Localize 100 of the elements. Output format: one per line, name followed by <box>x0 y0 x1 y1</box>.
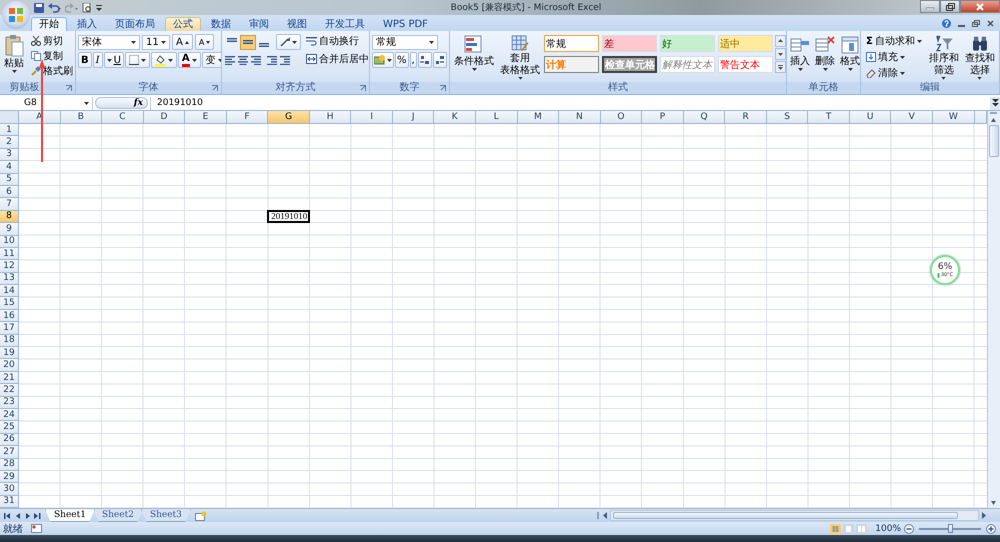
column-header[interactable]: F <box>226 111 268 124</box>
conditional-format-button[interactable]: 条件格式 <box>452 33 496 82</box>
column-header[interactable]: B <box>60 111 102 124</box>
cell-style-tile[interactable]: 好 <box>660 35 715 52</box>
font-size-field[interactable]: 11 <box>142 34 170 50</box>
column-header[interactable]: D <box>144 111 186 124</box>
table-format-button[interactable]: 套用 表格格式 <box>498 33 542 82</box>
cells-button[interactable]: 格式 <box>838 33 860 82</box>
ribbon-tab[interactable]: WPS PDF <box>375 17 436 31</box>
row-header[interactable]: 3 <box>0 148 19 162</box>
cell-style-tile[interactable]: 差 <box>602 35 657 52</box>
row-header[interactable]: 12 <box>0 260 19 273</box>
phonetic-button[interactable]: 变 <box>202 52 221 68</box>
clipboard-button[interactable]: 格式刷 <box>28 63 75 78</box>
comma-button[interactable]: , <box>410 52 417 68</box>
row-header[interactable]: 21 <box>0 372 19 384</box>
cells-button[interactable]: 插入 <box>788 33 812 82</box>
column-header[interactable]: H <box>310 111 352 124</box>
column-header[interactable]: M <box>518 111 560 124</box>
row-header[interactable]: 19 <box>0 347 19 360</box>
row-header[interactable]: 23 <box>0 396 19 409</box>
percent-button[interactable]: % <box>395 52 409 68</box>
row-header[interactable]: 17 <box>0 322 19 335</box>
row-header[interactable]: 18 <box>0 334 19 348</box>
bold-button[interactable]: B <box>78 52 92 68</box>
column-header[interactable]: E <box>185 111 227 124</box>
row-header[interactable]: 16 <box>0 310 19 322</box>
column-header[interactable]: C <box>102 111 144 124</box>
cell-style-tile[interactable]: 常规 <box>544 35 599 52</box>
column-header[interactable]: J <box>392 111 434 124</box>
cell-style-tile[interactable]: 警告文本 <box>718 56 773 73</box>
row-header[interactable]: 24 <box>0 408 19 422</box>
cells-button[interactable]: 删除 <box>813 33 837 82</box>
column-header[interactable]: O <box>600 111 642 124</box>
italic-button[interactable]: I <box>92 52 103 68</box>
column-header[interactable]: S <box>766 111 808 124</box>
column-header[interactable]: P <box>642 111 684 124</box>
column-header[interactable]: I <box>351 111 393 124</box>
sort-filter-button[interactable]: 排序和 筛选 <box>926 33 961 82</box>
row-header[interactable]: 26 <box>0 434 19 446</box>
column-header[interactable]: W <box>933 111 975 124</box>
row-header[interactable]: 6 <box>0 186 19 198</box>
ribbon-tab[interactable]: 开始 <box>31 17 67 31</box>
name-box[interactable]: G8 <box>0 96 93 110</box>
cell-style-tile[interactable]: 解释性文本 <box>660 56 715 73</box>
column-header[interactable]: G <box>268 111 310 124</box>
row-header[interactable]: 28 <box>0 458 19 471</box>
row-header[interactable]: 9 <box>0 223 19 236</box>
ribbon-tab[interactable]: 数据 <box>203 17 239 31</box>
row-header[interactable]: 1 <box>0 124 19 136</box>
clear-button[interactable]: 清除 <box>863 65 925 81</box>
ribbon-tab[interactable]: 审阅 <box>241 17 277 31</box>
column-header[interactable]: R <box>725 111 767 124</box>
row-header[interactable]: 30 <box>0 483 19 496</box>
clipboard-button[interactable]: 复制 <box>28 48 75 63</box>
row-header[interactable]: 27 <box>0 446 19 459</box>
font-color-button[interactable]: A <box>178 52 201 68</box>
row-header[interactable]: 31 <box>0 496 19 508</box>
row-header[interactable]: 15 <box>0 297 19 310</box>
number-format-field[interactable]: 常规 <box>372 34 438 50</box>
paste-button[interactable]: 粘贴 <box>2 33 26 82</box>
ribbon-tab[interactable]: 公式 <box>165 17 201 31</box>
column-header[interactable]: U <box>850 111 892 124</box>
ribbon-tab[interactable]: 开发工具 <box>317 17 373 31</box>
ribbon-tab[interactable]: 页面布局 <box>107 17 163 31</box>
row-header[interactable]: 13 <box>0 272 19 286</box>
clipboard-button[interactable]: 剪切 <box>28 33 75 48</box>
column-header[interactable]: V <box>891 111 934 124</box>
column-header[interactable]: T <box>808 111 850 124</box>
find-select-button[interactable]: 查找和 选择 <box>962 33 997 82</box>
active-cell[interactable]: 20191010 <box>267 210 310 224</box>
column-header[interactable]: Q <box>684 111 726 124</box>
row-header[interactable]: 29 <box>0 470 19 484</box>
underline-button[interactable]: U <box>104 52 124 68</box>
row-header[interactable]: 20 <box>0 359 19 372</box>
ribbon-tab[interactable]: 插入 <box>69 17 105 31</box>
row-header[interactable]: 4 <box>0 161 19 174</box>
row-header[interactable]: 11 <box>0 248 19 260</box>
row-header[interactable]: 10 <box>0 236 19 248</box>
insert-function-button[interactable]: fx <box>95 97 148 109</box>
shrink-font-button[interactable]: A <box>194 34 214 50</box>
sheet-tab[interactable]: Sheet1 <box>45 509 95 522</box>
row-header[interactable]: 22 <box>0 384 19 397</box>
row-header[interactable]: 25 <box>0 421 19 434</box>
fill-button[interactable]: 填充 <box>863 49 925 65</box>
ribbon-tab[interactable]: 视图 <box>279 17 315 31</box>
row-header[interactable]: 2 <box>0 136 19 149</box>
column-header[interactable]: N <box>559 111 601 124</box>
sheet-tab[interactable]: Sheet2 <box>92 509 143 522</box>
wrap-text-button[interactable]: 自动换行 <box>303 33 369 49</box>
autosum-button[interactable]: Σ 自动求和 <box>863 33 925 49</box>
column-header[interactable]: K <box>434 111 476 124</box>
row-header[interactable]: 5 <box>0 174 19 186</box>
row-header[interactable]: 8 <box>0 210 19 224</box>
font-name-field[interactable]: 宋体 <box>78 34 140 50</box>
grow-font-button[interactable]: A <box>172 34 193 50</box>
row-header[interactable]: 7 <box>0 198 19 211</box>
row-header[interactable]: 14 <box>0 285 19 298</box>
cell-style-tile[interactable]: 适中 <box>718 35 773 52</box>
sheet-tab[interactable]: Sheet3 <box>140 509 191 522</box>
